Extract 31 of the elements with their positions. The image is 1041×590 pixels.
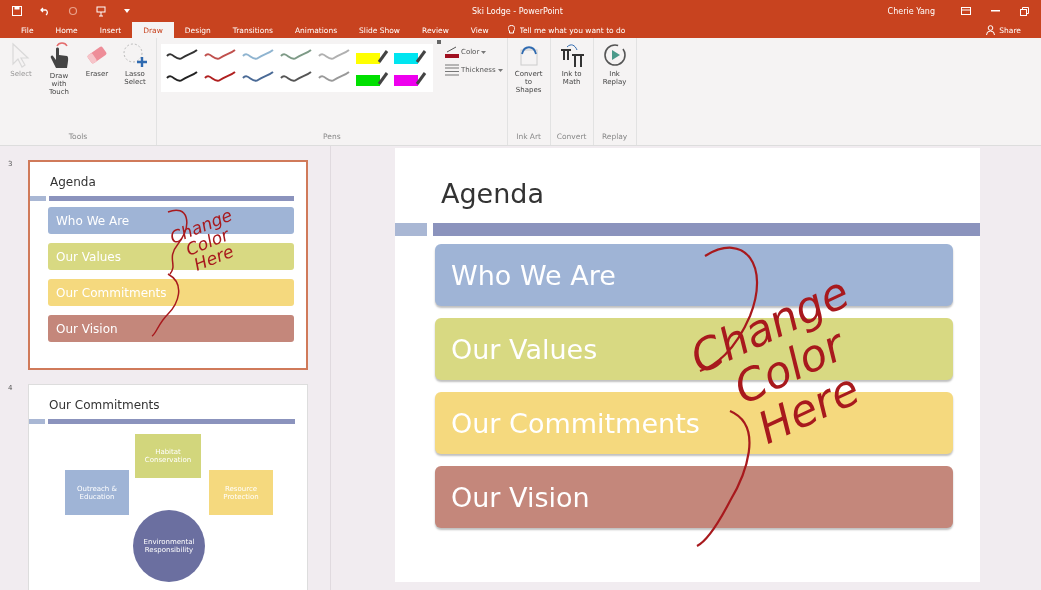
highlighter-icon[interactable] xyxy=(393,48,427,66)
highlighter-icon[interactable] xyxy=(393,70,427,88)
agenda-item: Our Commitments xyxy=(48,279,294,306)
presentation-icon[interactable] xyxy=(96,5,106,17)
window-title: Ski Lodge - PowerPoint xyxy=(472,6,564,16)
highlighter-icon[interactable] xyxy=(355,70,389,88)
accent-bar xyxy=(395,223,427,236)
agenda-item: Our Vision xyxy=(435,466,953,528)
accent-bar xyxy=(30,196,46,201)
replay-icon xyxy=(601,42,628,68)
undo-icon[interactable] xyxy=(40,6,50,16)
highlighter-icon[interactable] xyxy=(355,48,389,66)
restore-icon[interactable] xyxy=(1020,6,1029,16)
cursor-icon xyxy=(10,42,32,68)
slide-title: Agenda xyxy=(50,175,97,189)
accent-bar xyxy=(29,419,45,424)
agenda-item: Our Vision xyxy=(48,315,294,342)
line-weight-icon xyxy=(445,64,459,76)
person-icon xyxy=(986,25,996,35)
lightbulb-icon xyxy=(507,25,515,35)
dropdown-caret-icon[interactable] xyxy=(124,9,130,13)
pi-icon xyxy=(558,42,585,68)
caret-icon xyxy=(497,68,503,72)
lasso-icon xyxy=(122,42,148,68)
slide-title: Agenda xyxy=(441,178,546,209)
slide-title: Our Commitments xyxy=(49,398,161,412)
user-name[interactable]: Cherie Yang xyxy=(887,6,935,16)
ribbon-display-icon[interactable] xyxy=(961,7,971,15)
save-icon[interactable] xyxy=(12,6,22,16)
pen-color-icon xyxy=(445,46,459,58)
caret-icon xyxy=(481,50,487,54)
